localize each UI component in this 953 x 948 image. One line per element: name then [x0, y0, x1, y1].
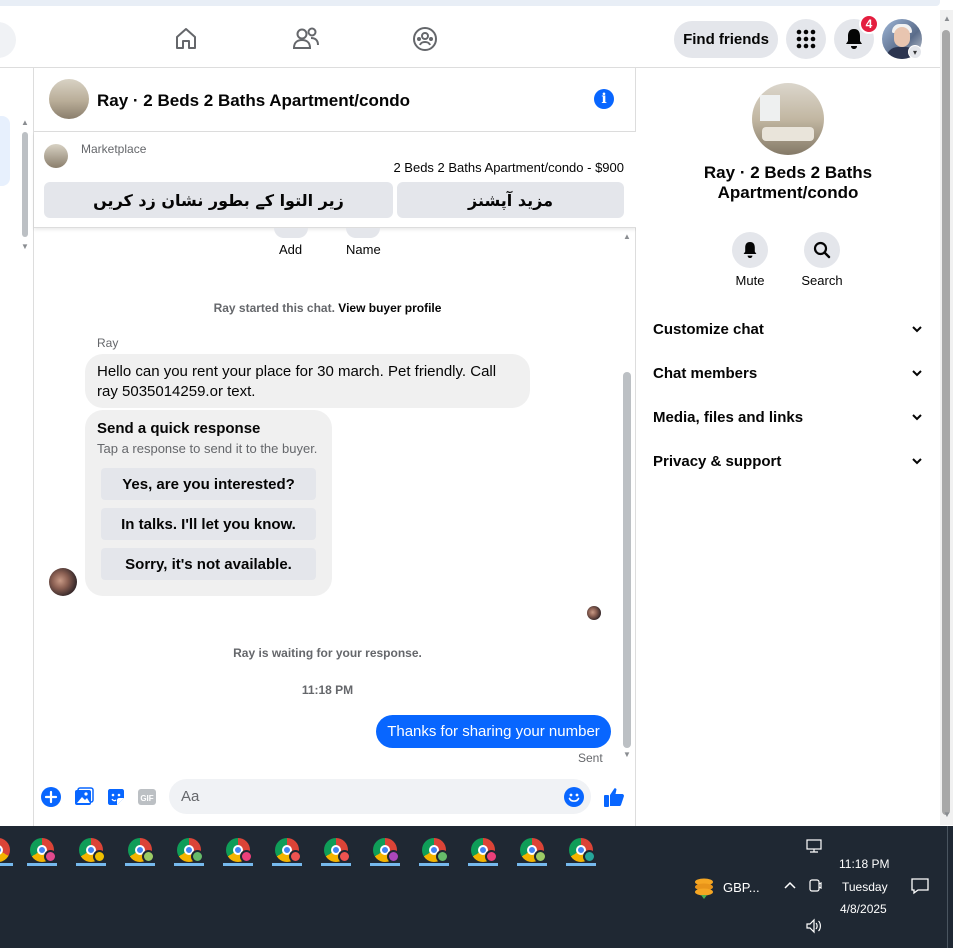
chat-info-panel: Ray · 2 Beds 2 Baths Apartment/condo Mut…	[636, 68, 940, 826]
chat-scrollbar[interactable]: ▲ ▼	[621, 230, 633, 766]
taskbar-chrome-icon[interactable]	[467, 834, 499, 866]
taskbar-chrome-icon[interactable]	[565, 834, 597, 866]
listing-thumbnail[interactable]	[49, 79, 89, 119]
chevron-up-icon[interactable]	[783, 879, 797, 893]
mute-label[interactable]: Mute	[720, 273, 780, 288]
browser-scrollbar[interactable]: ▲ ▼	[940, 10, 953, 825]
listing-price[interactable]: 2 Beds 2 Baths Apartment/condo - $900	[393, 160, 624, 175]
listing-avatar[interactable]	[752, 83, 824, 155]
quick-response-card: Send a quick response Tap a response to …	[85, 410, 332, 596]
menu-grid-icon[interactable]	[786, 19, 826, 59]
name-action-icon[interactable]	[346, 228, 380, 238]
svg-text:GIF: GIF	[140, 794, 153, 803]
taskbar-chrome-icon[interactable]	[124, 834, 156, 866]
mute-bell-icon[interactable]	[732, 232, 768, 268]
taskbar-chrome-icon[interactable]	[369, 834, 401, 866]
listing-small-thumbnail[interactable]	[44, 144, 68, 168]
waiting-notice: Ray is waiting for your response.	[233, 646, 422, 660]
show-desktop-divider[interactable]	[947, 826, 948, 948]
marketplace-listing-strip: Marketplace 2 Beds 2 Baths Apartment/con…	[34, 132, 636, 228]
chevron-down-icon	[912, 326, 922, 333]
info-panel-title[interactable]: Ray · 2 Beds 2 Baths Apartment/condo	[656, 163, 920, 203]
add-action-icon[interactable]	[274, 228, 308, 238]
plus-icon[interactable]	[40, 786, 62, 808]
find-friends-button[interactable]: Find friends	[674, 21, 778, 58]
privacy-support-section[interactable]: Privacy & support	[653, 453, 923, 470]
taskbar-chrome-icon[interactable]	[320, 834, 352, 866]
privacy-support-label: Privacy & support	[653, 453, 782, 470]
quick-response-subtitle: Tap a response to send it to the buyer.	[97, 441, 318, 456]
network-icon[interactable]	[806, 838, 822, 854]
customize-chat-label: Customize chat	[653, 321, 764, 338]
sender-name: Ray	[97, 336, 119, 350]
quick-response-in-talks-button[interactable]: In talks. I'll let you know.	[101, 508, 316, 540]
taskbar-chrome-icon[interactable]	[26, 834, 58, 866]
taskbar-chrome-icon[interactable]	[418, 834, 450, 866]
taskbar-chrome-icon[interactable]	[75, 834, 107, 866]
chevron-down-icon	[912, 458, 922, 465]
chat-header: Ray · 2 Beds 2 Baths Apartment/condo i	[34, 68, 636, 132]
groups-icon[interactable]	[408, 22, 442, 56]
sticker-icon[interactable]	[105, 786, 127, 808]
quick-response-interested-button[interactable]: Yes, are you interested?	[101, 468, 316, 500]
chevron-down-icon	[912, 370, 922, 377]
chat-title[interactable]: Ray · 2 Beds 2 Baths Apartment/condo	[97, 91, 410, 111]
browser-tab-strip	[0, 0, 953, 10]
message-timestamp: 11:18 PM	[301, 683, 354, 697]
volume-icon[interactable]	[805, 918, 823, 934]
sender-avatar[interactable]	[49, 568, 77, 596]
search-icon[interactable]	[804, 232, 840, 268]
currency-coins-icon[interactable]	[692, 876, 716, 900]
media-files-links-section[interactable]: Media, files and links	[653, 409, 923, 426]
gif-icon[interactable]: GIF	[136, 786, 158, 808]
taskbar-chrome-icon[interactable]	[222, 834, 254, 866]
mark-as-pending-button[interactable]: زیر التوا کے بطور نشان زد کریں	[44, 182, 393, 218]
message-input-placeholder: Aa	[181, 788, 200, 805]
taskbar-chrome-icon[interactable]	[173, 834, 205, 866]
taskbar-chrome-icon[interactable]	[271, 834, 303, 866]
taskbar-chrome-icon[interactable]	[516, 834, 548, 866]
quick-response-not-available-button[interactable]: Sorry, it's not available.	[101, 548, 316, 580]
marketplace-label: Marketplace	[81, 142, 147, 156]
currency-widget-label[interactable]: GBP...	[723, 880, 760, 895]
chat-list-scrollbar[interactable]: ▲ ▼	[20, 118, 30, 253]
chat-started-notice: Ray started this chat. View buyer profil…	[160, 301, 495, 315]
name-action-label[interactable]: Name	[346, 242, 381, 257]
taskbar-chrome-icon[interactable]	[0, 834, 14, 866]
meet-now-icon[interactable]	[808, 878, 822, 894]
outgoing-message-bubble[interactable]: Thanks for sharing your number	[376, 715, 611, 748]
quick-response-title: Send a quick response	[97, 420, 261, 437]
seen-by-avatar	[587, 606, 601, 620]
chat-members-section[interactable]: Chat members	[653, 365, 923, 382]
customize-chat-section[interactable]: Customize chat	[653, 321, 923, 338]
chat-started-text: Ray started this chat.	[213, 301, 335, 315]
clock-time[interactable]: 11:18 PM	[839, 857, 889, 871]
add-action-label[interactable]: Add	[279, 242, 302, 257]
more-options-button[interactable]: مزید آپشنز	[397, 182, 624, 218]
media-files-links-label: Media, files and links	[653, 409, 804, 426]
clock-date[interactable]: 4/8/2025	[840, 902, 887, 916]
info-icon[interactable]: i	[594, 89, 614, 109]
chat-members-label: Chat members	[653, 365, 758, 382]
clock-day[interactable]: Tuesday	[842, 880, 888, 894]
incoming-message-bubble[interactable]: Hello can you rent your place for 30 mar…	[85, 354, 530, 408]
view-buyer-profile-link[interactable]: View buyer profile	[338, 301, 441, 315]
action-center-icon[interactable]	[910, 877, 930, 895]
message-input[interactable]	[169, 779, 591, 814]
friends-icon[interactable]	[289, 22, 323, 56]
search-label[interactable]: Search	[792, 273, 852, 288]
emoji-icon[interactable]	[563, 786, 585, 808]
home-icon[interactable]	[169, 22, 203, 56]
like-icon[interactable]	[603, 786, 625, 808]
account-chevron-icon[interactable]: ▾	[908, 45, 922, 59]
selected-chat-highlight[interactable]	[0, 116, 10, 186]
chevron-down-icon	[912, 414, 922, 421]
photo-icon[interactable]	[73, 786, 95, 808]
sent-status: Sent	[578, 751, 603, 765]
notification-count-badge: 4	[859, 14, 879, 34]
